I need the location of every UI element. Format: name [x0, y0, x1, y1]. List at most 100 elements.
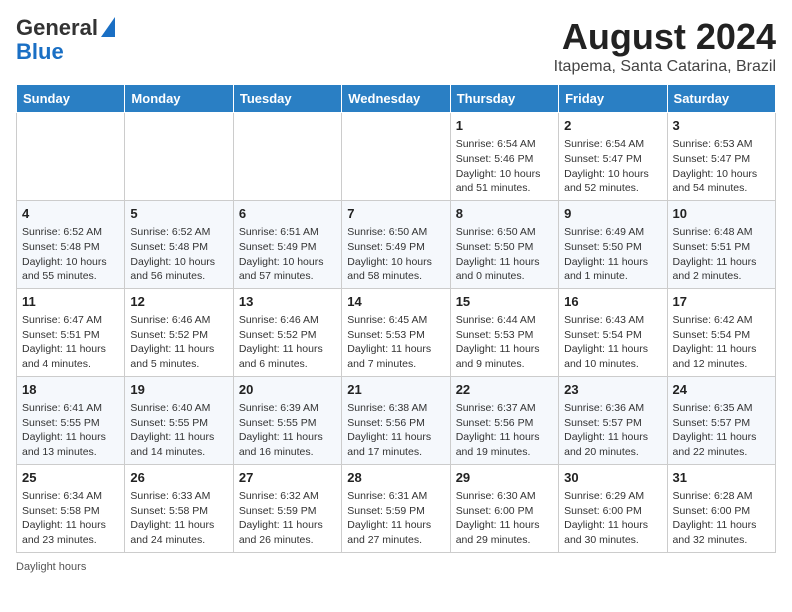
calendar-week-row: 25 Sunrise: 6:34 AMSunset: 5:58 PMDayligh… — [17, 464, 776, 552]
calendar-day-cell: 17 Sunrise: 6:42 AMSunset: 5:54 PMDayligh… — [667, 288, 775, 376]
day-of-week-header: Tuesday — [233, 85, 341, 113]
calendar-day-cell: 21 Sunrise: 6:38 AMSunset: 5:56 PMDayligh… — [342, 376, 450, 464]
calendar-day-cell: 15Sunrise: 6:44 AMSunset: 5:53 PMDayligh… — [450, 288, 558, 376]
day-number: 28 — [347, 469, 444, 487]
day-detail: Sunrise: 6:29 AMSunset: 6:00 PMDaylight:… — [564, 489, 661, 548]
day-number: 31 — [673, 469, 770, 487]
day-number: 7 — [347, 205, 444, 223]
day-number: 9 — [564, 205, 661, 223]
day-number: 25 — [22, 469, 119, 487]
logo-general: General — [16, 15, 98, 40]
day-of-week-header: Friday — [559, 85, 667, 113]
calendar-day-cell: 7 Sunrise: 6:50 AMSunset: 5:49 PMDaylight… — [342, 200, 450, 288]
day-detail: Sunrise: 6:34 AMSunset: 5:58 PMDaylight:… — [22, 489, 119, 548]
calendar-day-cell: 8 Sunrise: 6:50 AMSunset: 5:50 PMDaylight… — [450, 200, 558, 288]
day-number: 21 — [347, 381, 444, 399]
calendar-day-cell: 18 Sunrise: 6:41 AMSunset: 5:55 PMDayligh… — [17, 376, 125, 464]
calendar-day-cell: 12Sunrise: 6:46 AMSunset: 5:52 PMDayligh… — [125, 288, 233, 376]
day-detail: Sunrise: 6:53 AMSunset: 5:47 PMDaylight:… — [673, 137, 770, 196]
calendar-day-cell: 9 Sunrise: 6:49 AMSunset: 5:50 PMDaylight… — [559, 200, 667, 288]
calendar-day-cell: 30 Sunrise: 6:29 AMSunset: 6:00 PMDayligh… — [559, 464, 667, 552]
day-number: 8 — [456, 205, 553, 223]
day-of-week-header: Wednesday — [342, 85, 450, 113]
day-number: 4 — [22, 205, 119, 223]
calendar-day-cell: 20Sunrise: 6:39 AMSunset: 5:55 PMDayligh… — [233, 376, 341, 464]
calendar-week-row: 4 Sunrise: 6:52 AMSunset: 5:48 PMDaylight… — [17, 200, 776, 288]
day-number: 5 — [130, 205, 227, 223]
day-detail: Sunrise: 6:49 AMSunset: 5:50 PMDaylight:… — [564, 225, 661, 284]
day-detail: Sunrise: 6:28 AMSunset: 6:00 PMDaylight:… — [673, 489, 770, 548]
day-detail: Sunrise: 6:37 AMSunset: 5:56 PMDaylight:… — [456, 401, 553, 460]
day-detail: Sunrise: 6:31 AMSunset: 5:59 PMDaylight:… — [347, 489, 444, 548]
day-detail: Sunrise: 6:51 AMSunset: 5:49 PMDaylight:… — [239, 225, 336, 284]
calendar-day-cell: 2Sunrise: 6:54 AMSunset: 5:47 PMDaylight… — [559, 113, 667, 201]
day-number: 1 — [456, 117, 553, 135]
day-detail: Sunrise: 6:52 AMSunset: 5:48 PMDaylight:… — [130, 225, 227, 284]
day-of-week-header: Sunday — [17, 85, 125, 113]
calendar-day-cell: 1 Sunrise: 6:54 AMSunset: 5:46 PMDaylight… — [450, 113, 558, 201]
calendar-day-cell: 13Sunrise: 6:46 AMSunset: 5:52 PMDayligh… — [233, 288, 341, 376]
day-detail: Sunrise: 6:30 AMSunset: 6:00 PMDaylight:… — [456, 489, 553, 548]
calendar-week-row: 18 Sunrise: 6:41 AMSunset: 5:55 PMDayligh… — [17, 376, 776, 464]
day-detail: Sunrise: 6:42 AMSunset: 5:54 PMDaylight:… — [673, 313, 770, 372]
calendar-day-cell: 23Sunrise: 6:36 AMSunset: 5:57 PMDayligh… — [559, 376, 667, 464]
calendar-day-cell: 27 Sunrise: 6:32 AMSunset: 5:59 PMDayligh… — [233, 464, 341, 552]
calendar-body: 1 Sunrise: 6:54 AMSunset: 5:46 PMDaylight… — [17, 113, 776, 553]
calendar-day-cell: 5 Sunrise: 6:52 AMSunset: 5:48 PMDaylight… — [125, 200, 233, 288]
calendar-week-row: 1 Sunrise: 6:54 AMSunset: 5:46 PMDaylight… — [17, 113, 776, 201]
calendar-day-cell — [342, 113, 450, 201]
day-number: 27 — [239, 469, 336, 487]
day-detail: Sunrise: 6:54 AMSunset: 5:47 PMDaylight:… — [564, 137, 661, 196]
day-detail: Sunrise: 6:52 AMSunset: 5:48 PMDaylight:… — [22, 225, 119, 284]
calendar-day-cell — [125, 113, 233, 201]
day-detail: Sunrise: 6:44 AMSunset: 5:53 PMDaylight:… — [456, 313, 553, 372]
daylight-label: Daylight hours — [16, 561, 86, 573]
day-number: 17 — [673, 293, 770, 311]
day-detail: Sunrise: 6:50 AMSunset: 5:49 PMDaylight:… — [347, 225, 444, 284]
calendar-subtitle: Itapema, Santa Catarina, Brazil — [554, 58, 776, 76]
calendar-day-cell: 22 Sunrise: 6:37 AMSunset: 5:56 PMDayligh… — [450, 376, 558, 464]
day-number: 30 — [564, 469, 661, 487]
calendar-day-cell: 26Sunrise: 6:33 AMSunset: 5:58 PMDayligh… — [125, 464, 233, 552]
calendar-day-cell: 3 Sunrise: 6:53 AMSunset: 5:47 PMDaylight… — [667, 113, 775, 201]
calendar-day-cell: 31 Sunrise: 6:28 AMSunset: 6:00 PMDayligh… — [667, 464, 775, 552]
day-detail: Sunrise: 6:41 AMSunset: 5:55 PMDaylight:… — [22, 401, 119, 460]
day-number: 6 — [239, 205, 336, 223]
day-number: 18 — [22, 381, 119, 399]
day-number: 3 — [673, 117, 770, 135]
calendar-day-cell: 4 Sunrise: 6:52 AMSunset: 5:48 PMDaylight… — [17, 200, 125, 288]
day-number: 19 — [130, 381, 227, 399]
day-number: 24 — [673, 381, 770, 399]
day-number: 16 — [564, 293, 661, 311]
day-number: 22 — [456, 381, 553, 399]
day-detail: Sunrise: 6:36 AMSunset: 5:57 PMDaylight:… — [564, 401, 661, 460]
calendar-day-cell: 6 Sunrise: 6:51 AMSunset: 5:49 PMDaylight… — [233, 200, 341, 288]
day-detail: Sunrise: 6:38 AMSunset: 5:56 PMDaylight:… — [347, 401, 444, 460]
footer: Daylight hours — [16, 561, 776, 573]
calendar-day-cell — [233, 113, 341, 201]
title-block: August 2024 Itapema, Santa Catarina, Bra… — [554, 16, 776, 76]
day-detail: Sunrise: 6:32 AMSunset: 5:59 PMDaylight:… — [239, 489, 336, 548]
calendar-day-cell — [17, 113, 125, 201]
day-detail: Sunrise: 6:50 AMSunset: 5:50 PMDaylight:… — [456, 225, 553, 284]
logo-triangle-icon — [101, 17, 115, 37]
logo-blue: Blue — [16, 39, 64, 64]
days-of-week-row: SundayMondayTuesdayWednesdayThursdayFrid… — [17, 85, 776, 113]
day-detail: Sunrise: 6:33 AMSunset: 5:58 PMDaylight:… — [130, 489, 227, 548]
calendar-day-cell: 14 Sunrise: 6:45 AMSunset: 5:53 PMDayligh… — [342, 288, 450, 376]
day-detail: Sunrise: 6:46 AMSunset: 5:52 PMDaylight:… — [130, 313, 227, 372]
day-of-week-header: Saturday — [667, 85, 775, 113]
calendar-day-cell: 24Sunrise: 6:35 AMSunset: 5:57 PMDayligh… — [667, 376, 775, 464]
calendar-week-row: 11Sunrise: 6:47 AMSunset: 5:51 PMDayligh… — [17, 288, 776, 376]
calendar-day-cell: 10Sunrise: 6:48 AMSunset: 5:51 PMDayligh… — [667, 200, 775, 288]
calendar-table: SundayMondayTuesdayWednesdayThursdayFrid… — [16, 84, 776, 553]
day-detail: Sunrise: 6:54 AMSunset: 5:46 PMDaylight:… — [456, 137, 553, 196]
day-detail: Sunrise: 6:45 AMSunset: 5:53 PMDaylight:… — [347, 313, 444, 372]
day-of-week-header: Thursday — [450, 85, 558, 113]
calendar-day-cell: 25 Sunrise: 6:34 AMSunset: 5:58 PMDayligh… — [17, 464, 125, 552]
day-number: 11 — [22, 293, 119, 311]
day-number: 14 — [347, 293, 444, 311]
day-number: 10 — [673, 205, 770, 223]
day-number: 29 — [456, 469, 553, 487]
calendar-day-cell: 19Sunrise: 6:40 AMSunset: 5:55 PMDayligh… — [125, 376, 233, 464]
